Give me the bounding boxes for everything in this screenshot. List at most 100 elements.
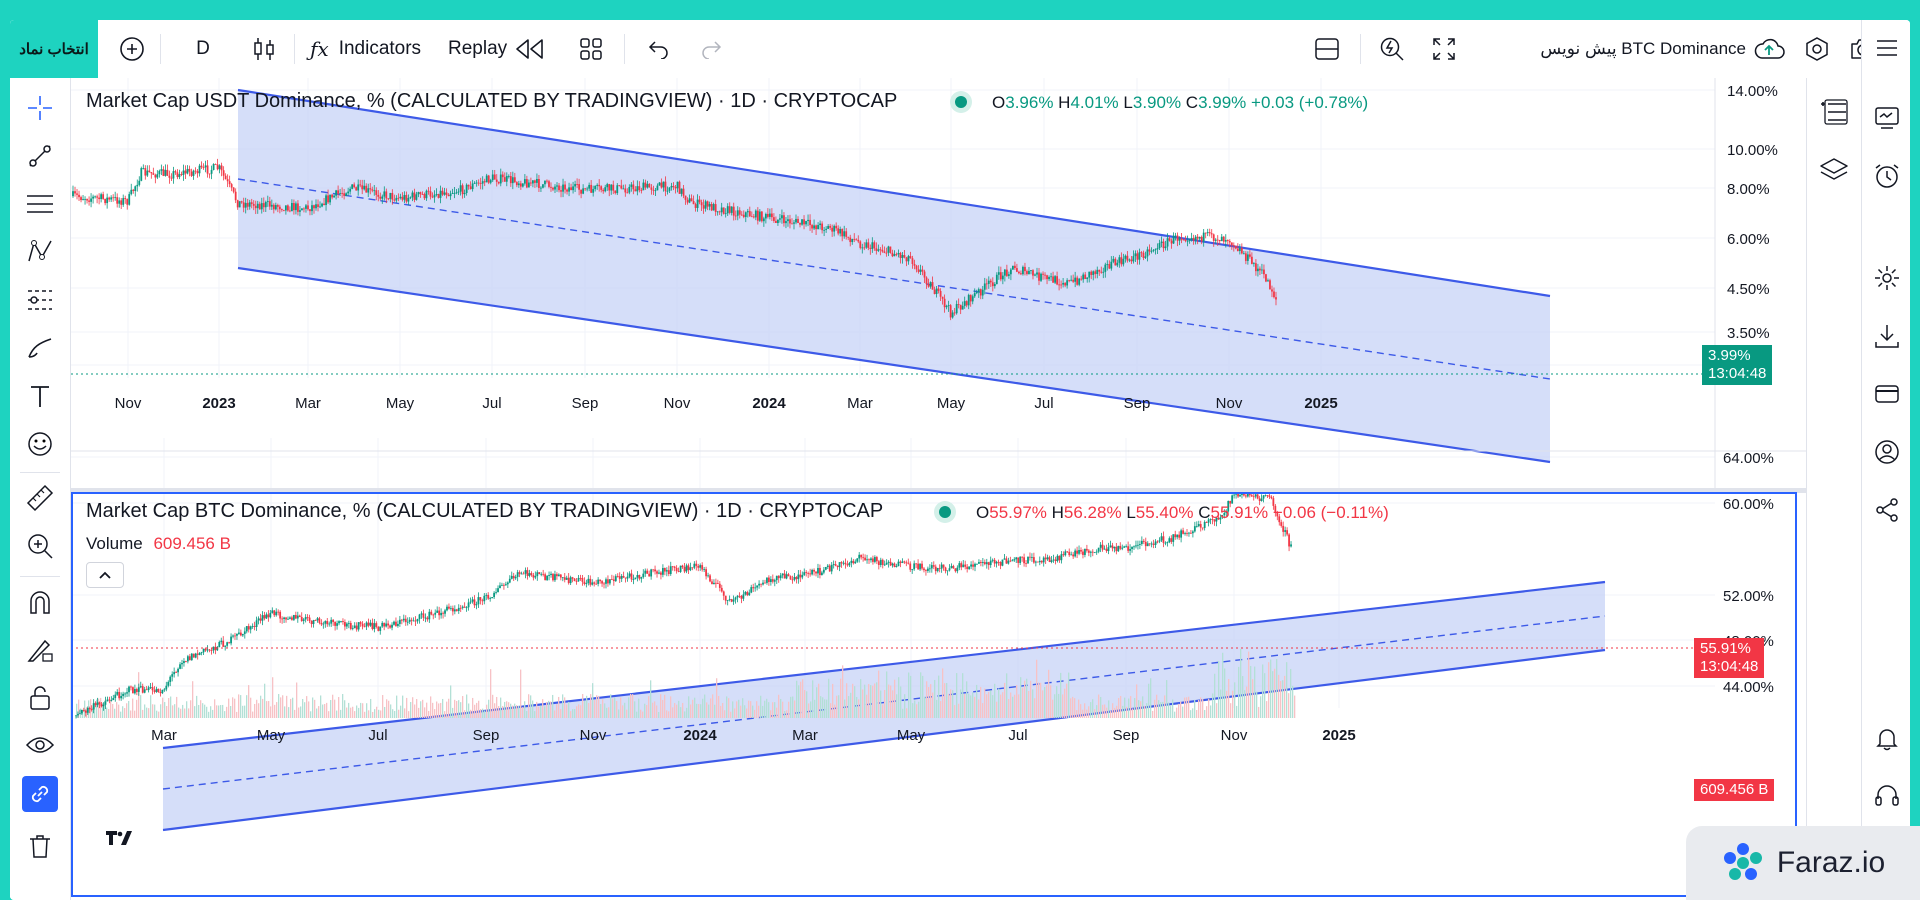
time-tick-label: Jul [368,727,387,744]
collapse-legend-button[interactable] [86,562,124,588]
object-tree-button[interactable] [1816,152,1852,188]
layout-name-label[interactable]: پیش نویس BTC Dominance [1476,32,1746,66]
emoji-tool[interactable] [22,426,58,462]
volume-legend[interactable]: Volume 609.456 B [86,534,231,554]
prediction-tool[interactable] [22,282,58,318]
undo-button[interactable] [642,32,676,66]
text-tool[interactable] [22,378,58,414]
usdt-candle [473,182,476,184]
screener-button[interactable] [1869,100,1905,136]
brush-tool[interactable] [22,330,58,366]
usdt-candle [732,206,735,216]
btc-candle [271,610,274,613]
replay-button[interactable]: Replay [448,32,558,66]
btc-candle [312,620,315,625]
btc-candle [377,626,380,631]
volume-bar [832,683,834,718]
crosshair-tool[interactable] [22,90,58,126]
settings-button[interactable] [1869,260,1905,296]
volume-bar [606,707,608,718]
indicators-button[interactable]: ƒx Indicators [310,32,438,66]
zoom-tool[interactable] [22,528,58,564]
usdt-candle [612,184,615,191]
trendline-tool[interactable] [22,138,58,174]
pane1-title[interactable]: Market Cap USDT Dominance, % (CALCULATED… [86,90,897,113]
market-status-icon[interactable] [939,506,951,518]
usdt-candle [1096,269,1099,275]
tradingview-logo[interactable] [100,821,138,855]
volume-bar [896,694,898,718]
usdt-candle [435,194,438,195]
profile-button[interactable] [1869,434,1905,470]
usdt-candle [678,181,681,194]
usdt-candle [957,304,960,305]
usdt-candle [694,204,697,208]
volume-bar [236,711,238,718]
fib-tool[interactable] [22,186,58,222]
share-button[interactable] [1869,492,1905,528]
lock-drawings-tool[interactable] [22,680,58,716]
btc-candle [330,619,333,624]
support-button[interactable] [1869,778,1905,814]
volume-bar [114,708,116,718]
btc-candle [903,561,906,563]
interval-button[interactable]: D [188,32,218,66]
volume-bar [156,710,158,718]
toolbar-collapse-handle[interactable] [10,858,20,898]
alerts-button[interactable] [1869,158,1905,194]
btc-candle [628,573,631,577]
pattern-tool[interactable] [22,234,58,270]
usdt-candle [1180,238,1183,240]
download-button[interactable] [1869,318,1905,354]
stay-drawing-tool[interactable] [22,632,58,668]
btc-candle [836,565,839,568]
usdt-candle [977,289,980,293]
btc-candle [1144,541,1147,547]
usdt-candle [897,252,900,255]
btc-candle [722,591,725,596]
chart-type-button[interactable] [246,32,282,66]
usdt-candle [425,190,428,199]
btc-candle [834,564,837,566]
btc-candle [1162,536,1165,543]
billing-button[interactable] [1869,376,1905,412]
usdt-candle [513,177,516,183]
volume-bar [376,706,378,718]
app-window: انتخاب نماد D ƒx Indicators Replay پیش ن… [10,20,1910,900]
sync-drawings-tool[interactable] [22,776,58,812]
measure-tool[interactable] [22,480,58,516]
time-tick-label: 2024 [683,727,717,744]
volume-bar [1266,701,1268,718]
market-status-icon[interactable] [955,96,967,108]
usdt-candle [1044,274,1046,276]
compare-add-button[interactable] [115,32,149,66]
symbol-search-button[interactable]: انتخاب نماد [10,20,98,78]
menu-button[interactable] [1869,30,1905,66]
cloud-save-button[interactable] [1750,32,1788,66]
usdt-candle [1088,271,1091,278]
volume-bar [140,695,142,718]
layout-button[interactable] [574,32,608,66]
fullscreen-button[interactable] [1426,32,1462,66]
btc-candle [518,572,521,574]
btc-candle [905,562,908,564]
magnet-tool[interactable] [22,584,58,620]
redo-button[interactable] [694,32,728,66]
volume-bar [1234,682,1236,718]
hide-drawings-tool[interactable] [22,728,58,764]
volume-bar [150,695,152,718]
volume-bar [1024,680,1026,718]
volume-bar [252,711,254,718]
btc-candle [660,572,662,575]
remove-drawings-tool[interactable] [22,828,58,864]
settings-hex-button[interactable] [1800,32,1834,66]
notifications-button[interactable] [1869,720,1905,756]
single-layout-button[interactable] [1310,32,1344,66]
usdt-candle [204,165,207,168]
volume-bar [1154,699,1156,718]
volume-bar [636,711,638,718]
watchlist-button[interactable] [1816,94,1852,130]
chart-area[interactable]: 14.00%10.00%8.00%6.00%4.50%3.50%2.90% 64… [71,78,1806,900]
pane2-title[interactable]: Market Cap BTC Dominance, % (CALCULATED … [86,500,883,523]
quick-search-button[interactable] [1374,32,1410,66]
